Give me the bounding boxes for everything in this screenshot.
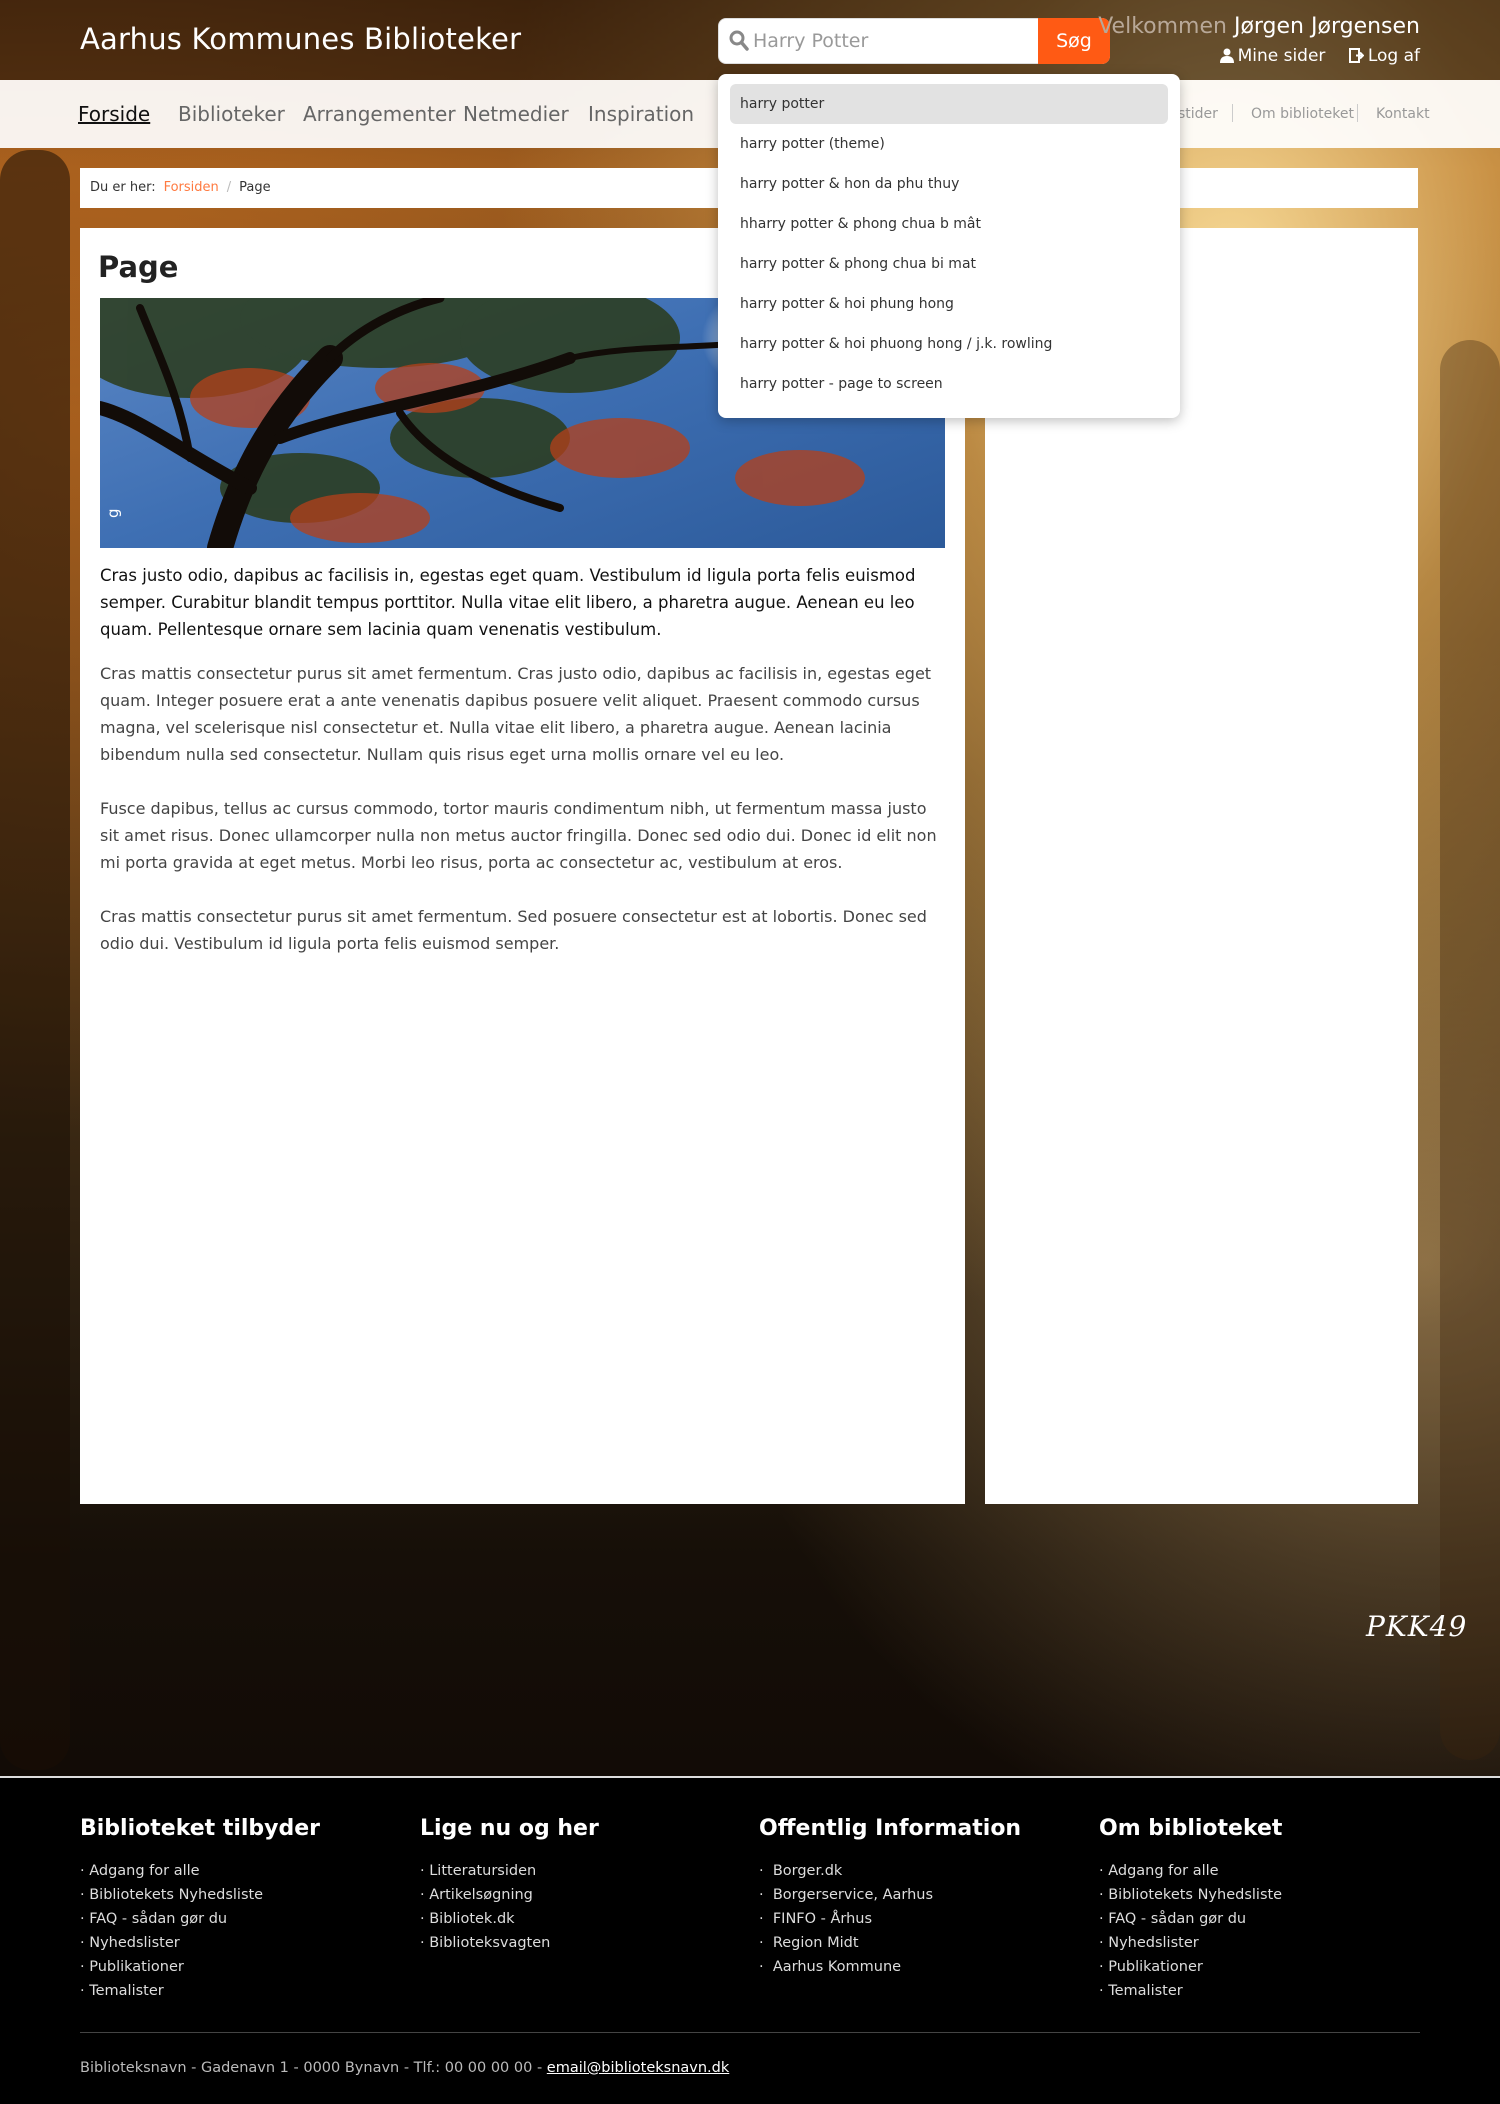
page-title: Page (98, 250, 179, 284)
breadcrumb-prefix: Du er her: (90, 180, 156, 195)
lead-paragraph: Cras justo odio, dapibus ac facilisis in… (100, 566, 916, 639)
user-links: Mine sider Log af (1202, 46, 1420, 66)
footer-email-link[interactable]: email@biblioteksnavn.dk (547, 2060, 729, 2076)
footer-link[interactable]: · Region Midt (759, 1931, 1059, 1955)
autocomplete-suggestion[interactable]: harry potter & hoi phuong hong / j.k. ro… (730, 324, 1168, 364)
autocomplete-suggestion[interactable]: harry potter & hoi phung hong (730, 284, 1168, 324)
footer-link[interactable]: · Publikationer (80, 1955, 380, 1979)
footer-link[interactable]: · Temalister (1099, 1979, 1399, 2003)
user-icon (1219, 48, 1234, 63)
footer-link-list: · Borger.dk · Borgerservice, Aarhus · FI… (759, 1859, 1059, 1979)
footer-link[interactable]: · Temalister (80, 1979, 380, 2003)
footer-link[interactable]: · Bibliotek.dk (420, 1907, 720, 1931)
welcome-message: Velkommen Jørgen Jørgensen (1098, 14, 1420, 39)
body-paragraph-1: Cras mattis consectetur purus sit amet f… (100, 664, 932, 764)
footer-link[interactable]: · Adgang for alle (1099, 1859, 1399, 1883)
footer-link[interactable]: · Bibliotekets Nyhedsliste (80, 1883, 380, 1907)
footer-link-list: · Litteratursiden · Artikelsøgning · Bib… (420, 1859, 720, 1955)
footer: Biblioteket tilbyder · Adgang for alle ·… (0, 1776, 1500, 2104)
footer-link[interactable]: · Adgang for alle (80, 1859, 380, 1883)
footer-link[interactable]: · FINFO - Århus (759, 1907, 1059, 1931)
breadcrumb-current: Page (239, 180, 271, 195)
footer-link[interactable]: · Artikelsøgning (420, 1883, 720, 1907)
top-header: Aarhus Kommunes Biblioteker Søg Velkomme… (0, 0, 1500, 80)
autocomplete-dropdown: harry potter harry potter (theme) harry … (718, 74, 1180, 418)
autocomplete-suggestion[interactable]: harry potter & phong chua bi mat (730, 244, 1168, 284)
nav-item-netmedier[interactable]: Netmedier (463, 102, 569, 126)
footer-link[interactable]: · FAQ - sådan gør du (80, 1907, 380, 1931)
main-content: Page g Cras justo odio, dapibus ac facil… (80, 228, 965, 1504)
site-title[interactable]: Aarhus Kommunes Biblioteker (80, 22, 521, 56)
body-paragraph-2: Fusce dapibus, tellus ac cursus commodo,… (100, 799, 937, 872)
user-name: Jørgen Jørgensen (1233, 14, 1420, 39)
breadcrumb-separator: / (226, 180, 232, 195)
autocomplete-suggestion[interactable]: harry potter (theme) (730, 124, 1168, 164)
footer-address-text: Biblioteksnavn - Gadenavn 1 - 0000 Bynav… (80, 2060, 543, 2076)
autocomplete-suggestion[interactable]: harry potter (730, 84, 1168, 124)
footer-link[interactable]: · Borger.dk (759, 1859, 1059, 1883)
footer-column-om-biblioteket: Om biblioteket · Adgang for alle · Bibli… (1099, 1816, 1399, 2003)
signature-mark: PKK49 (1366, 1610, 1468, 1643)
footer-link[interactable]: · Nyhedslister (80, 1931, 380, 1955)
footer-column-biblioteket-tilbyder: Biblioteket tilbyder · Adgang for alle ·… (80, 1816, 380, 2003)
footer-link[interactable]: · Aarhus Kommune (759, 1955, 1059, 1979)
footer-link[interactable]: · Biblioteksvagten (420, 1931, 720, 1955)
autocomplete-suggestion[interactable]: harry potter - page to screen (730, 364, 1168, 404)
welcome-label: Velkommen (1098, 14, 1227, 39)
autocomplete-suggestion[interactable]: hharry potter & phong chua b mât (730, 204, 1168, 244)
footer-divider (80, 2032, 1420, 2033)
my-pages-label: Mine sider (1237, 46, 1326, 66)
secondary-nav-kontakt[interactable]: Kontakt (1376, 106, 1430, 122)
footer-heading: Om biblioteket (1099, 1816, 1283, 1841)
secondary-nav-item-1[interactable]: stider (1178, 106, 1218, 122)
nav-item-inspiration[interactable]: Inspiration (588, 102, 694, 126)
logout-label: Log af (1367, 46, 1420, 66)
footer-link[interactable]: · Litteratursiden (420, 1859, 720, 1883)
autocomplete-suggestion[interactable]: harry potter & hon da phu thuy (730, 164, 1168, 204)
breadcrumb-home-link[interactable]: Forsiden (164, 180, 219, 195)
search-input[interactable] (753, 25, 1053, 57)
secondary-nav-separator (1232, 104, 1233, 122)
secondary-nav-om-biblioteket[interactable]: Om biblioteket (1251, 106, 1354, 122)
footer-link-list: · Adgang for alle · Bibliotekets Nyhedsl… (1099, 1859, 1399, 2003)
body-paragraph-3: Cras mattis consectetur purus sit amet f… (100, 907, 927, 953)
logout-icon (1348, 48, 1365, 63)
footer-link[interactable]: · Borgerservice, Aarhus (759, 1883, 1059, 1907)
footer-link[interactable]: · FAQ - sådan gør du (1099, 1907, 1399, 1931)
search-icon (729, 30, 749, 51)
secondary-nav-separator (1357, 104, 1358, 122)
footer-heading: Offentlig Information (759, 1816, 1022, 1841)
footer-link[interactable]: · Bibliotekets Nyhedsliste (1099, 1883, 1399, 1907)
background-tree-right (1440, 340, 1500, 1760)
footer-heading: Lige nu og her (420, 1816, 599, 1841)
background-tree-left (0, 150, 70, 1770)
footer-column-lige-nu-og-her: Lige nu og her · Litteratursiden · Artik… (420, 1816, 720, 1955)
logout-link[interactable]: Log af (1348, 46, 1420, 66)
my-pages-link[interactable]: Mine sider (1219, 46, 1331, 66)
footer-link[interactable]: · Nyhedslister (1099, 1931, 1399, 1955)
nav-item-biblioteker[interactable]: Biblioteker (178, 102, 285, 126)
footer-heading: Biblioteket tilbyder (80, 1816, 321, 1841)
sidebar (985, 228, 1418, 1504)
footer-address: Biblioteksnavn - Gadenavn 1 - 0000 Bynav… (80, 2060, 729, 2076)
image-caption-glyph: g (104, 508, 122, 518)
nav-item-forside[interactable]: Forside (78, 102, 150, 126)
footer-column-offentlig-information: Offentlig Information · Borger.dk · Borg… (759, 1816, 1059, 1979)
footer-link[interactable]: · Publikationer (1099, 1955, 1399, 1979)
nav-item-arrangementer[interactable]: Arrangementer (303, 102, 456, 126)
footer-link-list: · Adgang for alle · Bibliotekets Nyhedsl… (80, 1859, 380, 2003)
